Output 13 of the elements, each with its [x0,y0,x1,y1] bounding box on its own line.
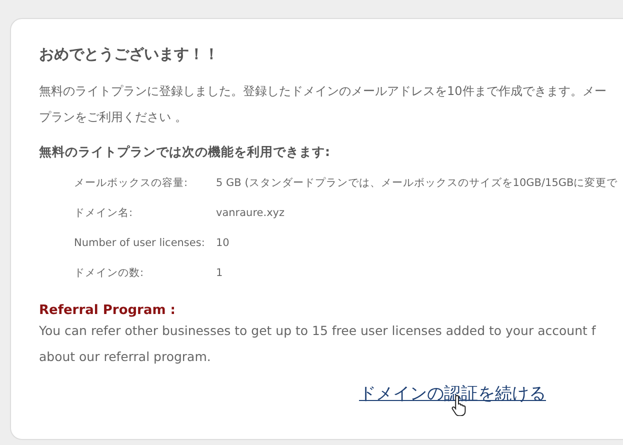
feature-label: ドメインの数: [74,266,144,281]
feature-label: ドメイン名: [74,206,133,221]
page-title: おめでとうございます！！ [39,45,220,64]
feature-label: Number of user licenses: [74,236,205,251]
feature-value: 5 GB (スタンダードプランでは、メールボックスのサイズを10GB/15GBに変更で [216,176,618,191]
feature-value: vanraure.xyz [216,206,285,221]
feature-value: 10 [216,236,230,251]
feature-value: 1 [216,266,223,281]
intro-paragraph: 無料のライトプランに登録しました。登録したドメインのメールアドレスを10件まで作成できます。メー プランをご利用ください 。 [39,83,606,126]
referral-heading: Referral Program : [39,303,176,318]
referral-paragraph: You can refer other businesses to get up to 15 free user licenses added to your account f about our referral program. [39,322,596,366]
feature-label: メールボックスの容量: [74,176,188,191]
features-heading: 無料のライトプランでは次の機能を利用できます: [39,144,330,161]
